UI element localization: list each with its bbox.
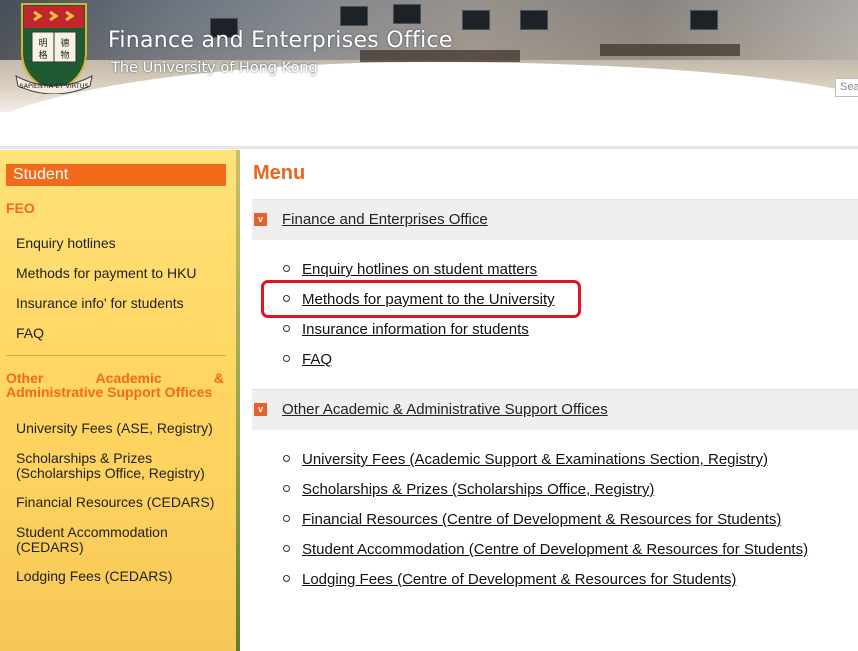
group-link-feo[interactable]: Finance and Enterprises Office [282,211,488,228]
site-subtitle: The University of Hong Kong [111,60,318,76]
sidebar-item-scholarships[interactable]: Scholarships & Prizes (Scholarships Offi… [16,451,226,481]
hku-crest-logo[interactable]: 明 德 格 物 SAPIENTIA·ET·VIRTUS [14,2,94,94]
sidebar-section-feo[interactable]: FEO [6,200,35,216]
bullet-icon [283,514,290,522]
sidebar-section-other-offices[interactable]: Other Academic & Administrative Support … [6,371,224,399]
sidebar-item-enquiry-hotlines[interactable]: Enquiry hotlines [16,236,226,251]
header-divider [0,146,858,149]
svg-text:德: 德 [60,37,69,49]
site-title[interactable]: Finance and Enterprises Office [108,28,453,53]
menu-link-financial-resources[interactable]: Financial Resources (Centre of Developme… [283,511,781,528]
menu-link-faq[interactable]: FAQ [283,351,332,368]
banner-spacer [0,112,858,148]
svg-text:SAPIENTIA·ET·VIRTUS: SAPIENTIA·ET·VIRTUS [19,82,88,90]
svg-text:物: 物 [60,49,69,61]
menu-link-lodging-fees[interactable]: Lodging Fees (Centre of Development & Re… [283,571,736,588]
sidebar-item-lodging-fees[interactable]: Lodging Fees (CEDARS) [16,569,226,584]
sidebar-item-financial-resources[interactable]: Financial Resources (CEDARS) [16,495,226,510]
banner-monitor [340,6,368,26]
heading-word: Academic [95,370,162,386]
sidebar-divider [6,355,226,356]
menu-link-university-fees[interactable]: University Fees (Academic Support & Exam… [283,451,768,468]
site-banner: 明 德 格 物 SAPIENTIA·ET·VIRTUS Finance and … [0,0,858,112]
banner-monitor [393,4,421,24]
expand-toggle-icon[interactable]: v [254,403,267,416]
banner-monitor [462,10,490,30]
banner-desk [600,44,740,56]
sidebar-item-payment-methods[interactable]: Methods for payment to HKU [16,266,226,281]
menu-link-scholarships[interactable]: Scholarships & Prizes (Scholarships Offi… [283,481,654,498]
svg-text:明: 明 [38,38,47,49]
expand-toggle-icon[interactable]: v [254,213,267,226]
banner-monitor [520,10,548,30]
bullet-icon [283,484,290,492]
menu-link-enquiry-hotlines[interactable]: Enquiry hotlines on student matters [283,261,537,278]
menu-link-student-accommodation[interactable]: Student Accommodation (Centre of Develop… [283,541,808,558]
banner-monitor [690,10,718,30]
bullet-icon [283,354,290,362]
group-link-other-offices[interactable]: Other Academic & Administrative Support … [282,401,608,418]
heading-word: Other [6,370,44,386]
sidebar-item-faq[interactable]: FAQ [16,326,226,341]
bullet-icon [283,454,290,462]
menu-group-other-offices: v Other Academic & Administrative Suppor… [252,389,858,430]
bullet-icon [283,544,290,552]
sidebar-heading: Student [6,164,226,186]
menu-group-feo: v Finance and Enterprises Office [252,199,858,240]
heading-line: Administrative Support Offices [6,384,213,400]
heading-word: & [213,370,224,386]
svg-text:格: 格 [38,49,47,61]
bullet-icon [283,264,290,272]
bullet-icon [283,574,290,582]
sidebar-edge [236,150,240,651]
sidebar-item-insurance[interactable]: Insurance info' for students [16,296,226,311]
search-input[interactable]: Sea [835,78,858,97]
sidebar-item-university-fees[interactable]: University Fees (ASE, Registry) [16,421,226,436]
bullet-icon [283,324,290,332]
highlight-annotation-box [261,280,581,318]
sidebar-item-student-accommodation[interactable]: Student Accommodation (CEDARS) [16,525,226,555]
page-title: Menu [253,162,306,184]
menu-link-insurance[interactable]: Insurance information for students [283,321,529,338]
